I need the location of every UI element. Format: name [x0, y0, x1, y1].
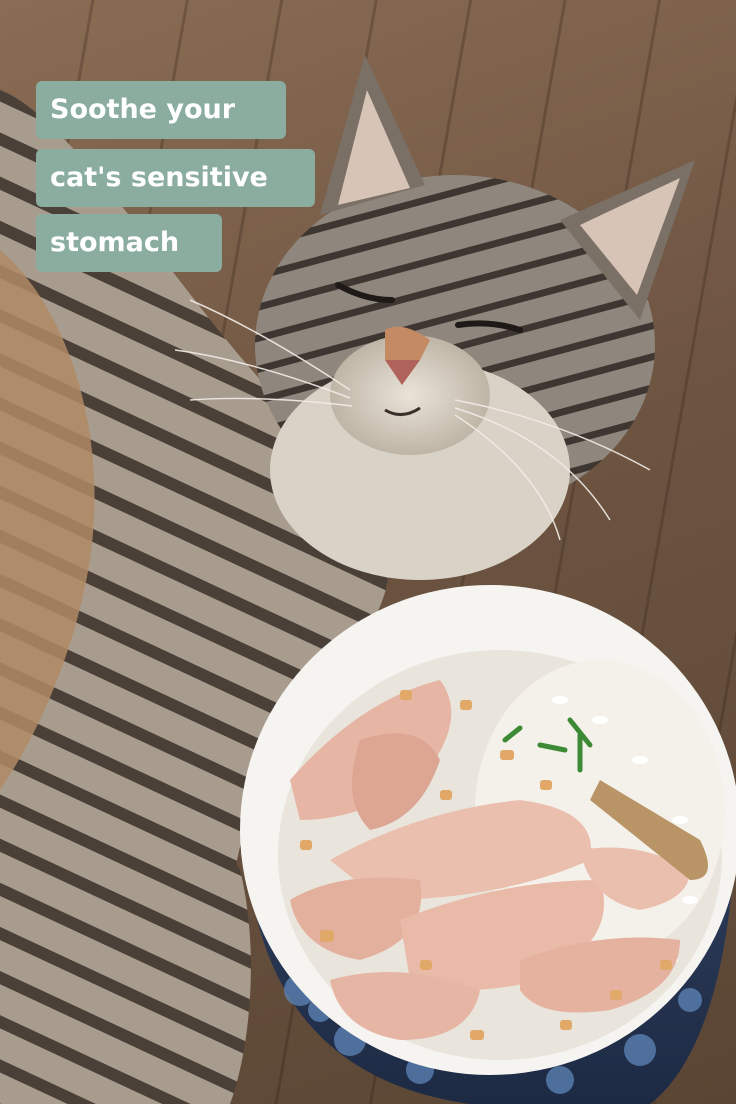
food-bowl: [240, 585, 736, 1104]
caption-line-3: stomach: [36, 214, 222, 272]
caption-line-1: Soothe your: [36, 81, 286, 139]
photo-background: Soothe your cat's sensitive stomach: [0, 0, 736, 1104]
caption-line-2: cat's sensitive: [36, 149, 315, 207]
